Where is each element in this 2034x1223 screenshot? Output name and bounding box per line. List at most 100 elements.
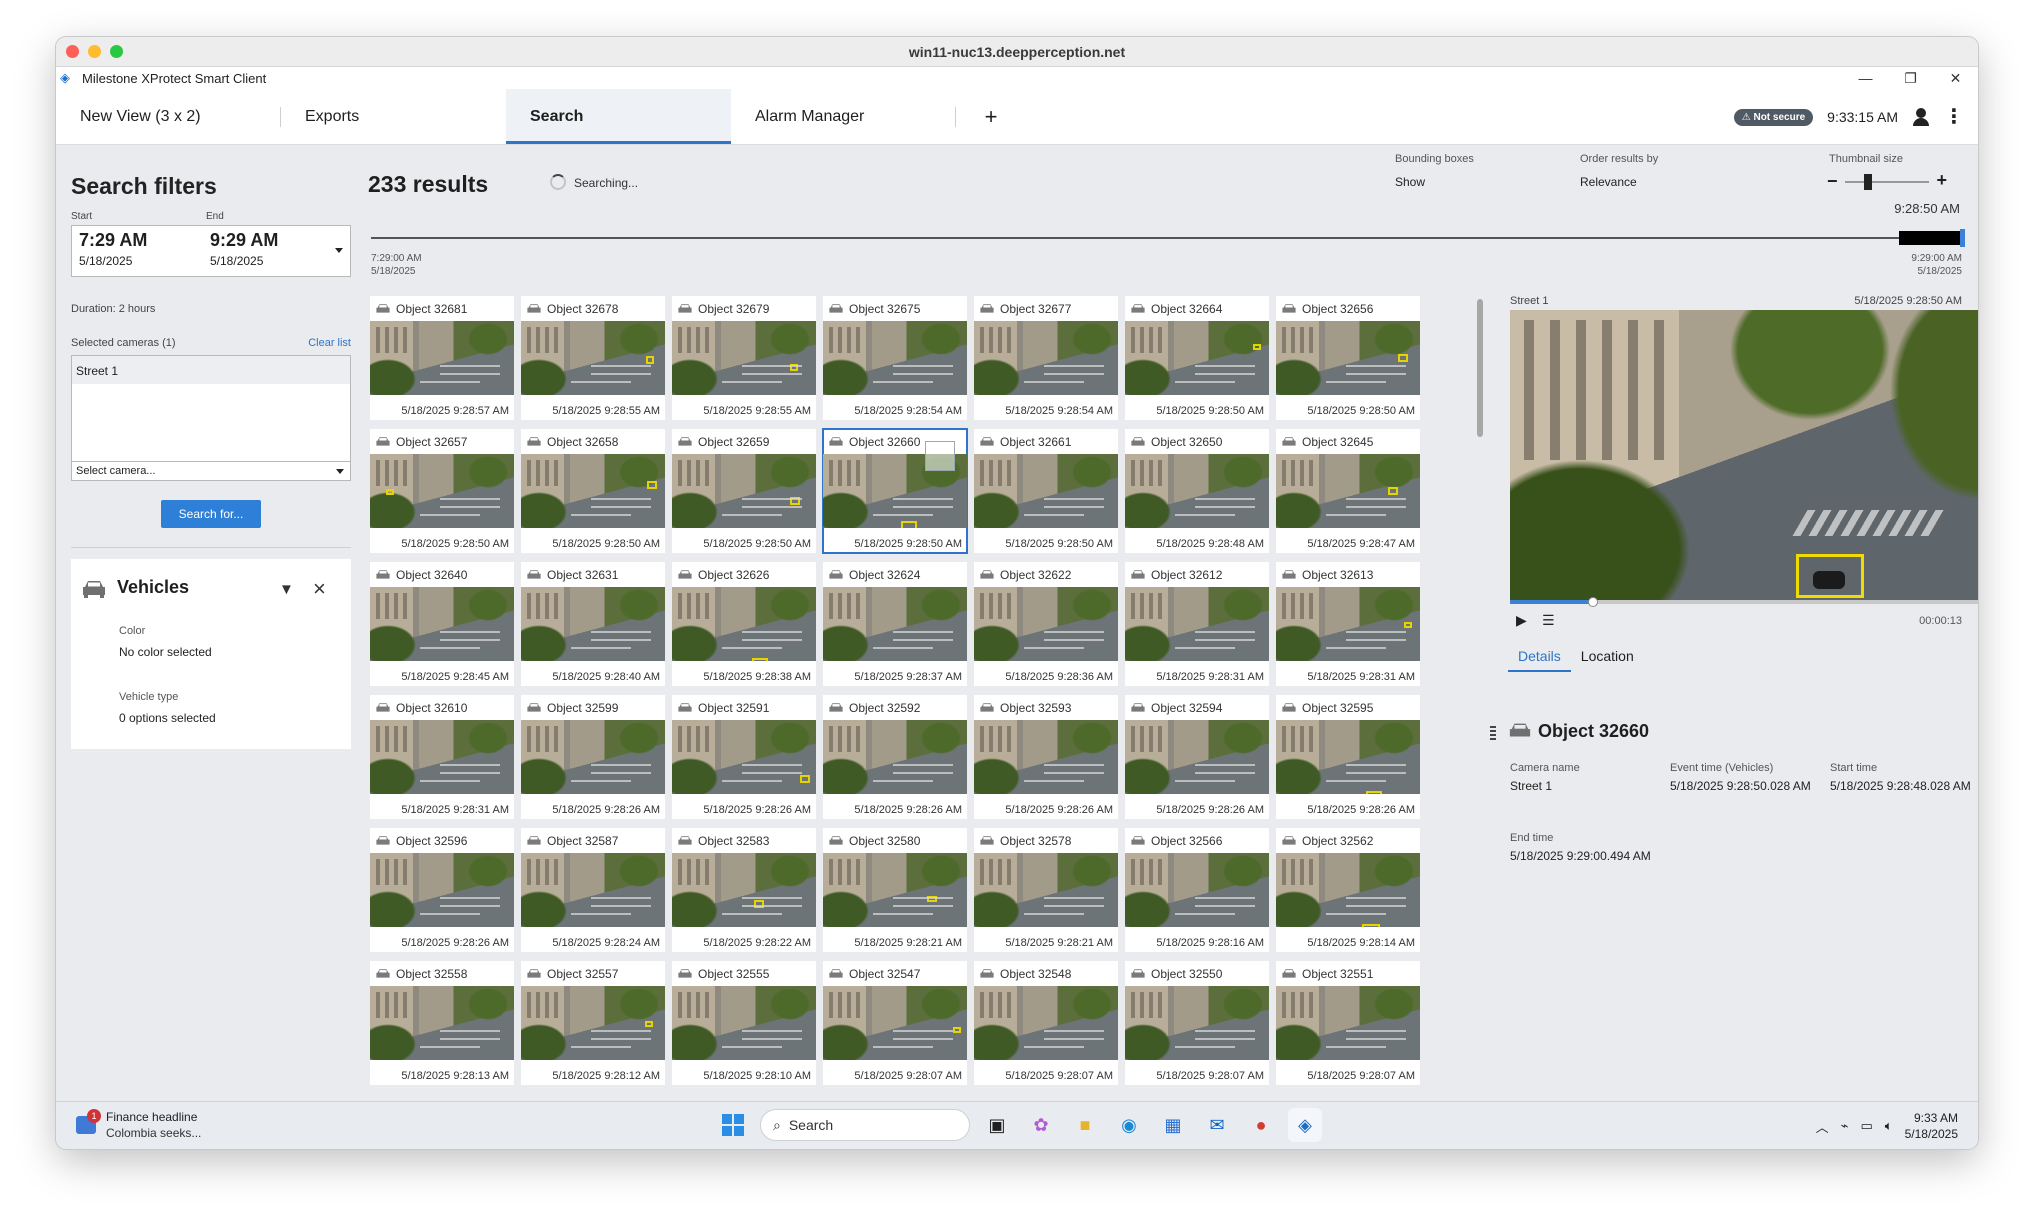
timeline-track[interactable] [371, 237, 1963, 239]
filter-icon[interactable]: ▼ [279, 581, 294, 598]
result-card[interactable]: Object 32583 5/18/2025 9:28:22 AM [672, 828, 816, 952]
xprotect-icon[interactable]: ◈ [1288, 1108, 1322, 1142]
results-scrollbar[interactable] [1477, 299, 1483, 437]
video-preview[interactable] [1510, 310, 1978, 600]
result-card[interactable]: Object 32599 5/18/2025 9:28:26 AM [521, 695, 665, 819]
result-card[interactable]: Object 32587 5/18/2025 9:28:24 AM [521, 828, 665, 952]
result-card[interactable]: Object 32661 5/18/2025 9:28:50 AM [974, 429, 1118, 553]
taskbar-search[interactable]: ⌕ Search [760, 1109, 970, 1141]
add-tab-button[interactable]: + [956, 89, 1026, 144]
result-card[interactable]: Object 32578 5/18/2025 9:28:21 AM [974, 828, 1118, 952]
result-card[interactable]: Object 32660 5/18/2025 9:28:50 AM [822, 428, 968, 554]
result-card[interactable]: Object 32613 5/18/2025 9:28:31 AM [1276, 562, 1420, 686]
tab-exports[interactable]: Exports [281, 89, 506, 144]
select-camera-dropdown[interactable]: Select camera... [71, 461, 351, 481]
thumbnail-size-slider[interactable]: − + [1827, 170, 1947, 192]
minimize-button[interactable]: — [1843, 67, 1888, 89]
result-card[interactable]: Object 32558 5/18/2025 9:28:13 AM [370, 961, 514, 1085]
close-icon[interactable]: × [313, 576, 326, 602]
result-card[interactable]: Object 32555 5/18/2025 9:28:10 AM [672, 961, 816, 1085]
result-card[interactable]: Object 32580 5/18/2025 9:28:21 AM [823, 828, 967, 952]
clear-list-link[interactable]: Clear list [308, 337, 351, 349]
result-card[interactable]: Object 32591 5/18/2025 9:28:26 AM [672, 695, 816, 819]
outlook-icon[interactable]: ✉ [1200, 1108, 1234, 1142]
result-card[interactable]: Object 32595 5/18/2025 9:28:26 AM [1276, 695, 1420, 819]
tab-alarm-manager[interactable]: Alarm Manager [731, 89, 956, 144]
result-card[interactable]: Object 32645 5/18/2025 9:28:47 AM [1276, 429, 1420, 553]
tab-details[interactable]: Details [1508, 644, 1571, 672]
order-by-value[interactable]: Relevance [1580, 175, 1658, 189]
copilot-icon[interactable]: ✿ [1024, 1108, 1058, 1142]
news-headline[interactable]: Finance headline [106, 1110, 197, 1124]
taskbar-clock[interactable]: 9:33 AM 5/18/2025 [1905, 1110, 1958, 1142]
result-card[interactable]: Object 32675 5/18/2025 9:28:54 AM [823, 296, 967, 420]
slider-handle[interactable] [1864, 174, 1872, 190]
camera-list-item[interactable]: Street 1 [72, 356, 350, 384]
result-card[interactable]: Object 32566 5/18/2025 9:28:16 AM [1125, 828, 1269, 952]
result-card[interactable]: Object 32659 5/18/2025 9:28:50 AM [672, 429, 816, 553]
tab-new-view[interactable]: New View (3 x 2) [56, 89, 281, 144]
result-card[interactable]: Object 32562 5/18/2025 9:28:14 AM [1276, 828, 1420, 952]
result-card[interactable]: Object 32679 5/18/2025 9:28:55 AM [672, 296, 816, 420]
bounding-boxes-value[interactable]: Show [1395, 175, 1474, 189]
chevron-down-icon[interactable] [335, 248, 343, 253]
time-range-picker[interactable]: 7:29 AM 5/18/2025 9:29 AM 5/18/2025 [71, 225, 351, 277]
zoom-out-icon[interactable]: − [1827, 171, 1838, 192]
result-card[interactable]: Object 32626 5/18/2025 9:28:38 AM [672, 562, 816, 686]
bounding-boxes-option[interactable]: Bounding boxes Show [1395, 153, 1474, 189]
display-icon[interactable]: ▭ [1861, 1118, 1873, 1134]
vehicle-type-value[interactable]: 0 options selected [119, 711, 216, 725]
zoom-in-icon[interactable]: + [1936, 170, 1947, 191]
result-card[interactable]: Object 32550 5/18/2025 9:28:07 AM [1125, 961, 1269, 1085]
start-button[interactable] [716, 1108, 750, 1142]
result-card[interactable]: Object 32656 5/18/2025 9:28:50 AM [1276, 296, 1420, 420]
restore-button[interactable]: ❐ [1888, 67, 1933, 89]
result-card[interactable]: Object 32593 5/18/2025 9:28:26 AM [974, 695, 1118, 819]
resize-grip-icon[interactable] [1490, 726, 1496, 740]
playback-handle[interactable] [1588, 597, 1598, 607]
news-subtitle[interactable]: Colombia seeks... [106, 1126, 201, 1140]
file-explorer-icon[interactable]: ■ [1068, 1108, 1102, 1142]
volume-icon[interactable]: 🔈︎ [1885, 1118, 1893, 1134]
result-card[interactable]: Object 32658 5/18/2025 9:28:50 AM [521, 429, 665, 553]
color-value[interactable]: No color selected [119, 645, 212, 659]
result-card[interactable]: Object 32678 5/18/2025 9:28:55 AM [521, 296, 665, 420]
more-menu-icon[interactable]: ⋮ [1944, 107, 1964, 127]
chrome-icon[interactable]: ● [1244, 1108, 1278, 1142]
task-view-icon[interactable]: ▣ [980, 1108, 1014, 1142]
user-icon[interactable] [1912, 108, 1930, 126]
chevron-up-icon[interactable]: ︿ [1816, 1117, 1829, 1136]
search-for-button[interactable]: Search for... [161, 500, 261, 528]
tab-search[interactable]: Search [506, 89, 731, 144]
result-card[interactable]: Object 32631 5/18/2025 9:28:40 AM [521, 562, 665, 686]
result-card[interactable]: Object 32547 5/18/2025 9:28:07 AM [823, 961, 967, 1085]
result-card[interactable]: Object 32677 5/18/2025 9:28:54 AM [974, 296, 1118, 420]
result-card[interactable]: Object 32640 5/18/2025 9:28:45 AM [370, 562, 514, 686]
order-by-option[interactable]: Order results by Relevance [1580, 153, 1658, 189]
edge-icon[interactable]: ◉ [1112, 1108, 1146, 1142]
timeline-handle[interactable] [1960, 229, 1965, 247]
store-icon[interactable]: ▦ [1156, 1108, 1190, 1142]
result-card[interactable]: Object 32592 5/18/2025 9:28:26 AM [823, 695, 967, 819]
result-card[interactable]: Object 32551 5/18/2025 9:28:07 AM [1276, 961, 1420, 1085]
result-card[interactable]: Object 32610 5/18/2025 9:28:31 AM [370, 695, 514, 819]
close-button[interactable]: ✕ [1933, 67, 1978, 89]
result-card[interactable]: Object 32650 5/18/2025 9:28:48 AM [1125, 429, 1269, 553]
not-secure-badge[interactable]: ⚠ Not secure [1733, 108, 1814, 126]
timeline-selection[interactable] [1899, 231, 1961, 245]
tab-location[interactable]: Location [1571, 644, 1644, 672]
play-icon[interactable]: ▶ [1516, 612, 1527, 629]
result-card[interactable]: Object 32624 5/18/2025 9:28:37 AM [823, 562, 967, 686]
result-card[interactable]: Object 32612 5/18/2025 9:28:31 AM [1125, 562, 1269, 686]
result-card[interactable]: Object 32657 5/18/2025 9:28:50 AM [370, 429, 514, 553]
playback-progress[interactable] [1510, 597, 1978, 607]
result-card[interactable]: Object 32622 5/18/2025 9:28:36 AM [974, 562, 1118, 686]
result-card[interactable]: Object 32664 5/18/2025 9:28:50 AM [1125, 296, 1269, 420]
frames-icon[interactable]: ☰ [1542, 612, 1555, 629]
result-card[interactable]: Object 32594 5/18/2025 9:28:26 AM [1125, 695, 1269, 819]
slider-track[interactable] [1845, 181, 1929, 183]
result-card[interactable]: Object 32681 5/18/2025 9:28:57 AM [370, 296, 514, 420]
result-card[interactable]: Object 32548 5/18/2025 9:28:07 AM [974, 961, 1118, 1085]
result-card[interactable]: Object 32557 5/18/2025 9:28:12 AM [521, 961, 665, 1085]
result-card[interactable]: Object 32596 5/18/2025 9:28:26 AM [370, 828, 514, 952]
